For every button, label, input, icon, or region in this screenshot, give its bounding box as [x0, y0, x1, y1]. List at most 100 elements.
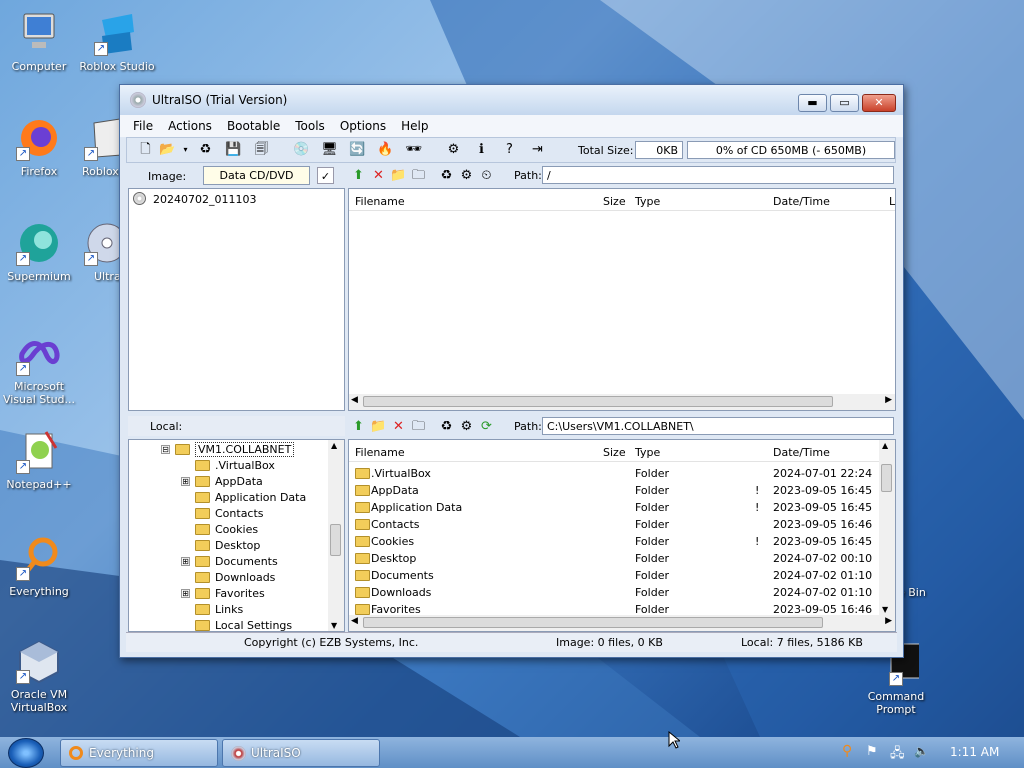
mount-icon[interactable]: 🔄: [349, 141, 366, 158]
delete-icon[interactable]: ✕: [370, 167, 387, 184]
menu-options[interactable]: Options: [333, 119, 394, 133]
desktop-icon-virtualbox[interactable]: ↗ Oracle VM VirtualBox: [0, 638, 78, 714]
open-dropdown-icon[interactable]: ▾: [177, 141, 194, 158]
col-filename[interactable]: Filename: [355, 446, 405, 459]
desktop-icon-supermium[interactable]: ↗ Supermium: [0, 220, 78, 283]
table-row[interactable]: Application Data Folder! 2023-09-05 16:45: [349, 499, 879, 516]
sync-icon[interactable]: ⟳: [478, 418, 495, 435]
local-tree-item[interactable]: Downloads: [129, 569, 325, 586]
local-tree-item[interactable]: ⊞ Documents: [129, 553, 325, 570]
col-datetime[interactable]: Date/Time: [773, 195, 830, 208]
scroll-down-icon[interactable]: ▼: [331, 621, 337, 630]
collapse-icon[interactable]: ⊟: [161, 445, 170, 454]
menu-file[interactable]: File: [126, 119, 161, 133]
table-row[interactable]: Desktop Folder 2024-07-02 00:10: [349, 550, 879, 567]
desktop-icon-computer[interactable]: Computer: [0, 10, 78, 73]
table-row[interactable]: .VirtualBox Folder 2024-07-01 22:24: [349, 465, 879, 482]
local-list-hscrollbar[interactable]: ◀ ▶: [349, 615, 895, 631]
maximize-button[interactable]: ▭: [830, 94, 859, 112]
image-list-hscrollbar[interactable]: ◀ ▶: [349, 394, 895, 410]
local-tree-item[interactable]: ⊞ AppData: [129, 473, 325, 490]
scroll-right-icon[interactable]: ▶: [885, 616, 892, 626]
col-size[interactable]: Size: [603, 195, 626, 208]
table-row[interactable]: Cookies Folder! 2023-09-05 16:45: [349, 533, 879, 550]
col-l[interactable]: L: [889, 195, 895, 208]
table-row[interactable]: Documents Folder 2024-07-02 01:10: [349, 567, 879, 584]
scroll-thumb[interactable]: [363, 617, 823, 628]
desktop-icon-notepadpp[interactable]: ↗ Notepad++: [0, 428, 78, 491]
expand-icon[interactable]: ⊞: [181, 589, 190, 598]
tray-network-icon[interactable]: 🖧: [890, 744, 905, 766]
menu-help[interactable]: Help: [394, 119, 436, 133]
tray-flag-icon[interactable]: ⚑: [866, 744, 878, 759]
boot-icon[interactable]: ⏲: [478, 167, 495, 184]
local-tree-item[interactable]: Contacts: [129, 505, 325, 522]
start-button[interactable]: [8, 738, 44, 768]
close-button[interactable]: ✕: [862, 94, 896, 112]
local-tree-item[interactable]: .VirtualBox: [129, 457, 325, 474]
tray-everything-icon[interactable]: ⚲: [842, 743, 852, 759]
scroll-thumb[interactable]: [330, 524, 341, 556]
taskbar-ultraiso[interactable]: UltraISO: [222, 739, 380, 767]
rename-icon[interactable]: 🗀: [410, 167, 427, 184]
menu-actions[interactable]: Actions: [161, 119, 220, 133]
settings-icon[interactable]: ⚙: [458, 167, 475, 184]
new-icon[interactable]: 🗋: [137, 141, 154, 158]
menu-tools[interactable]: Tools: [288, 119, 333, 133]
col-type[interactable]: Type: [635, 446, 660, 459]
scroll-up-icon[interactable]: ▲: [882, 441, 888, 450]
scroll-left-icon[interactable]: ◀: [351, 395, 358, 405]
menu-bootable[interactable]: Bootable: [220, 119, 288, 133]
table-row[interactable]: Downloads Folder 2024-07-02 01:10: [349, 584, 879, 601]
rename-icon[interactable]: 🗀: [410, 418, 427, 435]
col-size[interactable]: Size: [603, 446, 626, 459]
minimize-button[interactable]: ▬: [798, 94, 827, 112]
local-tree-item[interactable]: ⊞ Favorites: [129, 585, 325, 602]
image-type-select[interactable]: Data CD/DVD: [203, 166, 310, 185]
local-list-vscrollbar[interactable]: ▲ ▼: [879, 440, 895, 615]
compress-icon[interactable]: 🖥: [321, 141, 338, 158]
desktop-icon-roblox[interactable]: ↗ Roblox: [78, 115, 120, 178]
make-cd-image-icon[interactable]: 💿: [293, 141, 310, 158]
scroll-thumb[interactable]: [363, 396, 833, 407]
scroll-left-icon[interactable]: ◀: [351, 616, 358, 626]
refresh-icon[interactable]: ♻: [438, 167, 455, 184]
local-file-list[interactable]: Filename Size Type Date/Time .VirtualBox…: [348, 439, 896, 632]
scroll-down-icon[interactable]: ▼: [882, 605, 888, 614]
save-icon[interactable]: 💾: [225, 141, 242, 158]
new-folder-icon[interactable]: 📁: [390, 167, 407, 184]
exit-icon[interactable]: ⇥: [529, 141, 546, 158]
virtual-drive-icon[interactable]: 🕶: [405, 141, 422, 158]
local-tree-item[interactable]: Desktop: [129, 537, 325, 554]
desktop-icon-ultraiso[interactable]: ↗ Ultra: [78, 220, 120, 283]
desktop-icon-firefox[interactable]: ↗ Firefox: [0, 115, 78, 178]
settings-icon[interactable]: ⚙: [458, 418, 475, 435]
save-as-icon[interactable]: 🗐: [253, 141, 270, 158]
expand-icon[interactable]: ⊞: [181, 477, 190, 486]
taskbar-everything[interactable]: Everything: [60, 739, 218, 767]
local-tree-item[interactable]: Application Data: [129, 489, 325, 506]
options-icon[interactable]: ⚙: [445, 141, 462, 158]
new-folder-icon[interactable]: 📁: [370, 418, 387, 435]
title-bar[interactable]: UltraISO (Trial Version): [120, 85, 903, 115]
clock[interactable]: 1:11 AM: [950, 745, 999, 759]
open-icon[interactable]: 📂: [159, 141, 176, 158]
image-file-list[interactable]: Filename Size Type Date/Time L ◀ ▶: [348, 188, 896, 411]
extract-icon[interactable]: ♻: [197, 141, 214, 158]
image-properties-icon[interactable]: ✓: [317, 167, 334, 184]
col-datetime[interactable]: Date/Time: [773, 446, 830, 459]
info-icon[interactable]: ℹ: [473, 141, 490, 158]
local-tree-vscrollbar[interactable]: ▲ ▼: [328, 440, 344, 631]
desktop-icon-roblox-studio[interactable]: ↗ Roblox Studio: [78, 10, 156, 73]
scroll-thumb[interactable]: [881, 464, 892, 492]
local-tree-item[interactable]: ⊟ VM1.COLLABNET: [129, 441, 325, 458]
help-icon[interactable]: ?: [501, 141, 518, 158]
table-row[interactable]: AppData Folder! 2023-09-05 16:45: [349, 482, 879, 499]
local-path-field[interactable]: C:\Users\VM1.COLLABNET\: [542, 417, 894, 435]
scroll-up-icon[interactable]: ▲: [331, 441, 337, 450]
local-tree-item[interactable]: Links: [129, 601, 325, 618]
burn-icon[interactable]: 🔥: [377, 141, 394, 158]
tree-root-item[interactable]: 20240702_011103: [133, 191, 333, 208]
ultraiso-window[interactable]: UltraISO (Trial Version) ▬ ▭ ✕ File Acti…: [119, 84, 904, 658]
local-tree-item[interactable]: Cookies: [129, 521, 325, 538]
